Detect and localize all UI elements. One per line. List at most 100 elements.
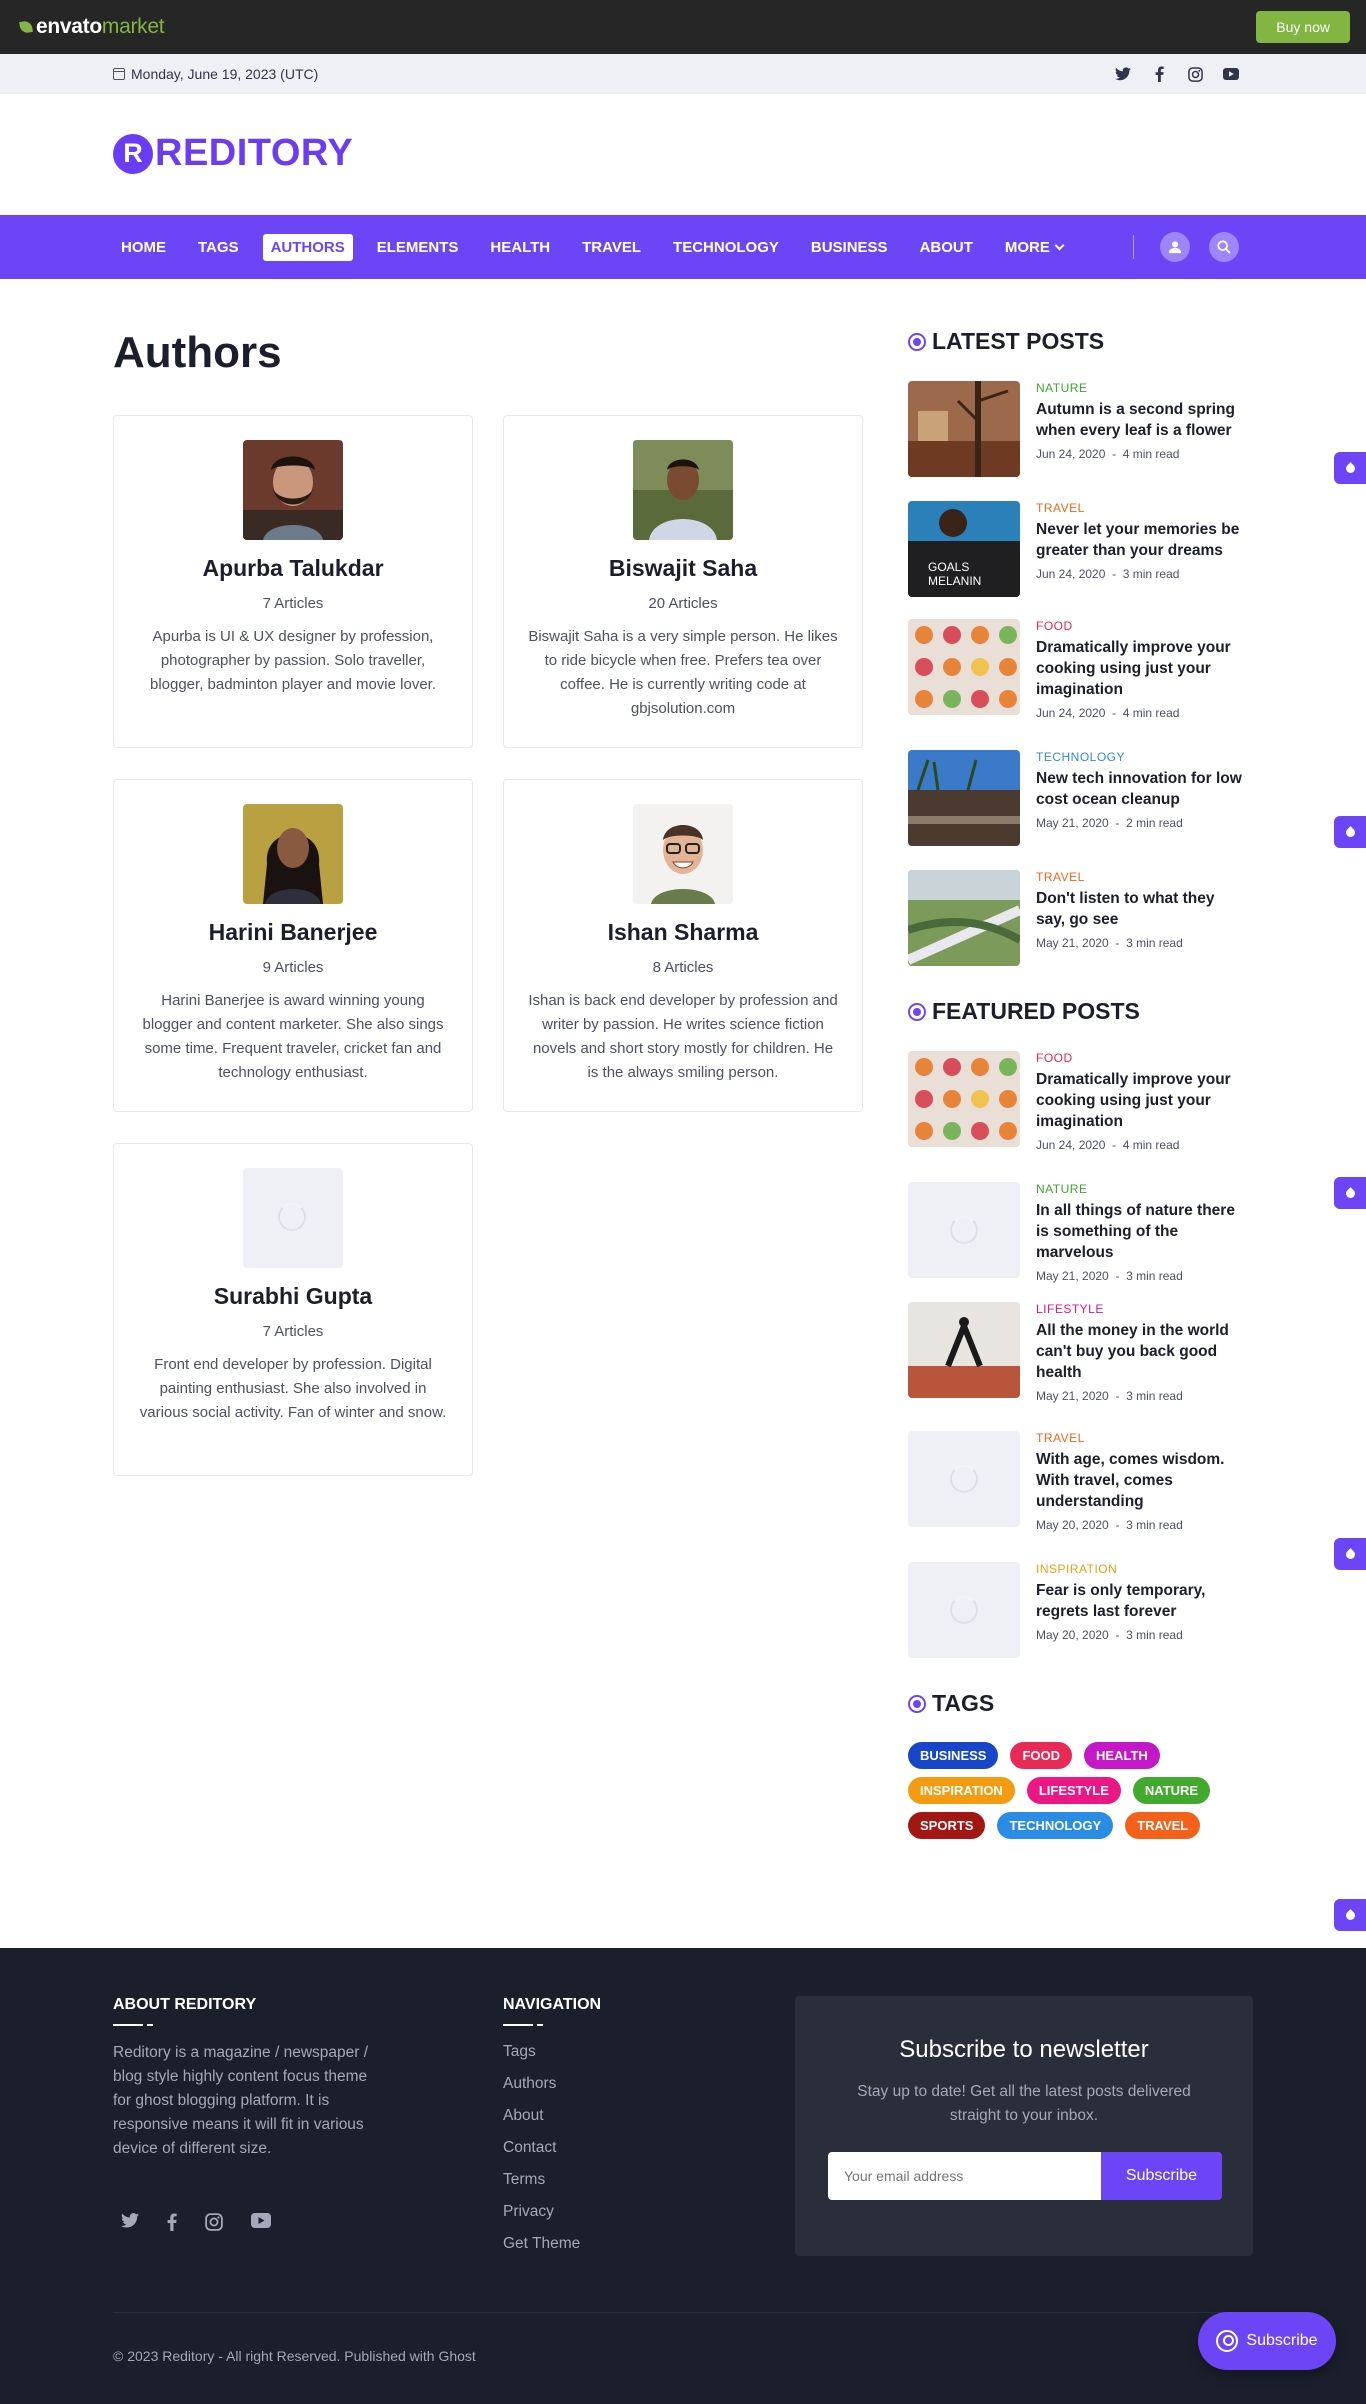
post-title[interactable]: Fear is only temporary, regrets last for… (1036, 1580, 1246, 1622)
footer-link-tags[interactable]: Tags (503, 2042, 580, 2062)
post-title[interactable]: Don't listen to what they say, go see (1036, 888, 1246, 930)
author-name[interactable]: Apurba Talukdar (114, 555, 472, 582)
search-button[interactable] (1209, 232, 1239, 262)
twitter-icon[interactable] (121, 2213, 139, 2236)
post-title[interactable]: New tech innovation for low cost ocean c… (1036, 768, 1246, 810)
post-category[interactable]: TRAVEL (1036, 870, 1246, 884)
nav-about[interactable]: ABOUT (912, 234, 981, 261)
post-item[interactable]: NATURE In all things of nature there is … (908, 1182, 1248, 1283)
footer-link-privacy[interactable]: Privacy (503, 2202, 580, 2222)
post-category[interactable]: TECHNOLOGY (1036, 750, 1246, 764)
tag-inspiration[interactable]: INSPIRATION (908, 1777, 1015, 1804)
theme-drop-button[interactable] (1334, 816, 1366, 848)
author-card[interactable]: Surabhi Gupta 7 Articles Front end devel… (113, 1143, 473, 1476)
instagram-icon[interactable] (205, 2213, 223, 2236)
newsletter-box: Subscribe to newsletter Stay up to date!… (795, 1996, 1253, 2256)
post-title[interactable]: All the money in the world can't buy you… (1036, 1320, 1246, 1383)
post-category[interactable]: TRAVEL (1036, 1431, 1246, 1445)
twitter-icon[interactable] (1115, 66, 1131, 82)
post-category[interactable]: NATURE (1036, 381, 1246, 395)
post-item[interactable]: NATURE Autumn is a second spring when ev… (908, 381, 1248, 477)
author-card[interactable]: Biswajit Saha 20 Articles Biswajit Saha … (503, 415, 863, 748)
post-item[interactable]: FOOD Dramatically improve your cooking u… (908, 1051, 1248, 1152)
nav-elements[interactable]: ELEMENTS (369, 234, 467, 261)
post-item[interactable]: LIFESTYLE All the money in the world can… (908, 1302, 1248, 1403)
post-title[interactable]: In all things of nature there is somethi… (1036, 1200, 1246, 1263)
subscribe-button[interactable]: Subscribe (1101, 2152, 1222, 2200)
footer-link-get-theme[interactable]: Get Theme (503, 2234, 580, 2254)
floating-subscribe-button[interactable]: Subscribe (1198, 2312, 1336, 2370)
envato-logo[interactable]: envato market (19, 15, 165, 39)
post-category[interactable]: TRAVEL (1036, 501, 1246, 515)
theme-drop-button[interactable] (1334, 1899, 1366, 1931)
post-thumbnail[interactable] (908, 381, 1020, 477)
buy-now-button[interactable]: Buy now (1256, 11, 1350, 43)
author-card[interactable]: Apurba Talukdar 7 Articles Apurba is UI … (113, 415, 473, 748)
post-category[interactable]: FOOD (1036, 619, 1246, 633)
footer-link-about[interactable]: About (503, 2106, 580, 2126)
post-thumbnail[interactable] (908, 870, 1020, 966)
post-title[interactable]: Dramatically improve your cooking using … (1036, 637, 1246, 700)
tag-sports[interactable]: SPORTS (908, 1812, 986, 1839)
post-thumbnail[interactable] (908, 1431, 1020, 1527)
post-category[interactable]: LIFESTYLE (1036, 1302, 1246, 1316)
nav-more[interactable]: MORE (997, 234, 1071, 261)
nav-business[interactable]: BUSINESS (803, 234, 896, 261)
author-card[interactable]: Ishan Sharma 8 Articles Ishan is back en… (503, 779, 863, 1112)
footer-link-terms[interactable]: Terms (503, 2170, 580, 2190)
tag-health[interactable]: HEALTH (1084, 1742, 1160, 1769)
post-title[interactable]: With age, comes wisdom. With travel, com… (1036, 1449, 1246, 1512)
footer-link-authors[interactable]: Authors (503, 2074, 580, 2094)
post-title[interactable]: Dramatically improve your cooking using … (1036, 1069, 1246, 1132)
site-logo[interactable]: R REDITORY (113, 132, 353, 175)
facebook-icon[interactable] (1151, 66, 1167, 82)
post-thumbnail[interactable] (908, 1302, 1020, 1398)
nav-authors[interactable]: AUTHORS (262, 233, 353, 261)
nav-health[interactable]: HEALTH (482, 234, 558, 261)
account-button[interactable] (1160, 232, 1190, 262)
post-item[interactable]: FOOD Dramatically improve your cooking u… (908, 619, 1248, 720)
post-item[interactable]: TRAVEL With age, comes wisdom. With trav… (908, 1431, 1248, 1532)
post-item[interactable]: GOALS MELANIN TRAVEL Never let your memor… (908, 501, 1248, 597)
post-title[interactable]: Autumn is a second spring when every lea… (1036, 399, 1246, 441)
author-card[interactable]: Harini Banerjee 9 Articles Harini Banerj… (113, 779, 473, 1112)
nav-tags[interactable]: TAGS (190, 234, 247, 261)
tag-lifestyle[interactable]: LIFESTYLE (1026, 1777, 1121, 1804)
drop-icon (1343, 1908, 1357, 1922)
author-name[interactable]: Harini Banerjee (114, 919, 472, 946)
nav-technology[interactable]: TECHNOLOGY (665, 234, 787, 261)
tag-nature[interactable]: NATURE (1132, 1777, 1211, 1804)
post-category[interactable]: INSPIRATION (1036, 1562, 1246, 1576)
author-name[interactable]: Surabhi Gupta (114, 1283, 472, 1310)
post-thumbnail[interactable] (908, 1051, 1020, 1147)
post-category[interactable]: FOOD (1036, 1051, 1246, 1065)
post-thumbnail[interactable] (908, 619, 1020, 715)
post-thumbnail[interactable] (908, 1562, 1020, 1658)
post-thumbnail[interactable]: GOALS MELANIN (908, 501, 1020, 597)
author-name[interactable]: Ishan Sharma (504, 919, 862, 946)
tag-business[interactable]: BUSINESS (908, 1742, 999, 1769)
tag-travel[interactable]: TRAVEL (1125, 1812, 1201, 1839)
facebook-icon[interactable] (167, 2213, 177, 2236)
footer-link-contact[interactable]: Contact (503, 2138, 580, 2158)
tag-food[interactable]: FOOD (1010, 1742, 1073, 1769)
youtube-icon[interactable] (251, 2213, 271, 2236)
email-input[interactable] (828, 2152, 1101, 2200)
nav-travel[interactable]: TRAVEL (574, 234, 649, 261)
post-thumbnail[interactable] (908, 750, 1020, 846)
post-title[interactable]: Never let your memories be greater than … (1036, 519, 1246, 561)
post-category[interactable]: NATURE (1036, 1182, 1246, 1196)
post-item[interactable]: TRAVEL Don't listen to what they say, go… (908, 870, 1248, 966)
post-item[interactable]: INSPIRATION Fear is only temporary, regr… (908, 1562, 1248, 1658)
instagram-icon[interactable] (1187, 66, 1203, 82)
post-item[interactable]: TECHNOLOGY New tech innovation for low c… (908, 750, 1248, 846)
nav-home[interactable]: HOME (113, 234, 174, 261)
theme-drop-button[interactable] (1334, 452, 1366, 484)
post-date: May 21, 2020 (1036, 1269, 1109, 1283)
post-thumbnail[interactable] (908, 1182, 1020, 1278)
theme-drop-button[interactable] (1334, 1538, 1366, 1570)
youtube-icon[interactable] (1223, 66, 1239, 82)
tag-technology[interactable]: TECHNOLOGY (997, 1812, 1114, 1839)
author-name[interactable]: Biswajit Saha (504, 555, 862, 582)
theme-drop-button[interactable] (1334, 1177, 1366, 1209)
